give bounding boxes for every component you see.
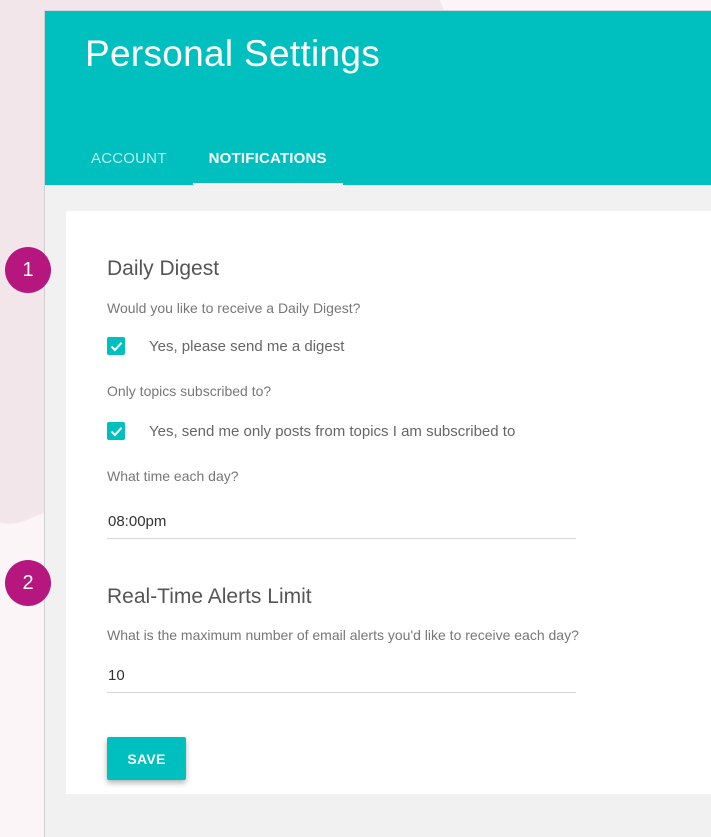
digest-checkbox-row[interactable]: Yes, please send me a digest bbox=[107, 337, 344, 355]
page-title: Personal Settings bbox=[85, 33, 381, 74]
settings-window: Personal Settings ACCOUNT NOTIFICATIONS … bbox=[44, 10, 711, 837]
tab-notifications[interactable]: NOTIFICATIONS bbox=[192, 147, 343, 185]
checkmark-icon bbox=[110, 341, 122, 351]
settings-header: Personal Settings ACCOUNT NOTIFICATIONS bbox=[45, 11, 711, 185]
tab-bar: ACCOUNT NOTIFICATIONS bbox=[71, 147, 343, 185]
checkmark-icon bbox=[110, 426, 122, 436]
daily-digest-title: Daily Digest bbox=[107, 257, 220, 280]
topics-checkbox-row[interactable]: Yes, send me only posts from topics I am… bbox=[107, 422, 515, 440]
digest-checkbox-label: Yes, please send me a digest bbox=[149, 337, 345, 355]
digest-checkbox[interactable] bbox=[107, 337, 125, 355]
alerts-limit-input[interactable] bbox=[107, 663, 576, 693]
notifications-card: Daily Digest Would you like to receive a… bbox=[66, 211, 711, 794]
alerts-limit-title: Real-Time Alerts Limit bbox=[107, 585, 312, 608]
step-badge-1: 1 bbox=[5, 247, 51, 293]
save-button[interactable]: SAVE bbox=[107, 737, 186, 780]
digest-time-input[interactable] bbox=[107, 509, 576, 539]
topics-checkbox-label: Yes, send me only posts from topics I am… bbox=[149, 422, 516, 440]
topics-checkbox[interactable] bbox=[107, 422, 125, 440]
daily-digest-question: Would you like to receive a Daily Digest… bbox=[107, 300, 361, 316]
time-question: What time each day? bbox=[107, 468, 239, 484]
tab-account[interactable]: ACCOUNT bbox=[71, 147, 187, 185]
alerts-limit-question: What is the maximum number of email aler… bbox=[107, 627, 579, 643]
step-badge-2: 2 bbox=[5, 560, 51, 606]
topics-question: Only topics subscribed to? bbox=[107, 383, 272, 399]
